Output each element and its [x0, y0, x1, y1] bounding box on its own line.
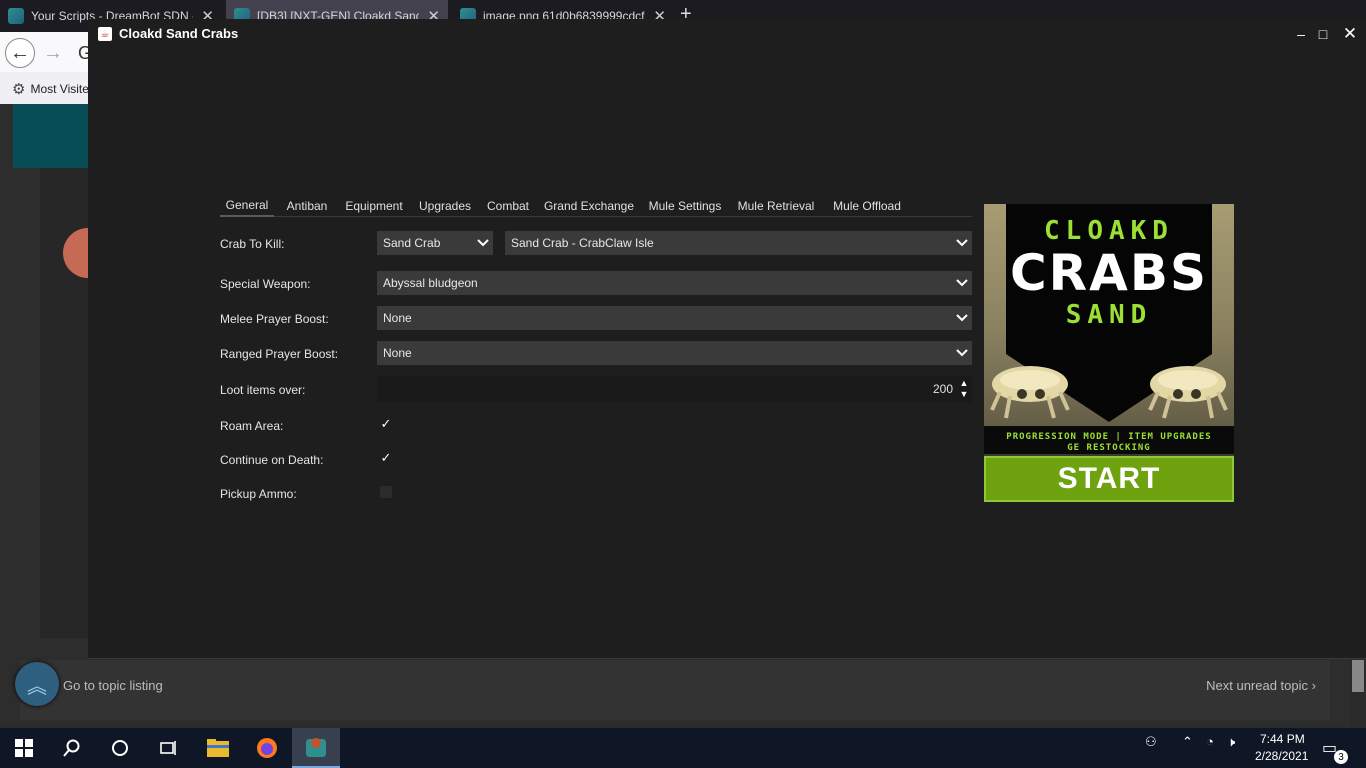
cortana-icon[interactable]: [96, 728, 144, 768]
spin-down-icon[interactable]: ▼: [958, 389, 970, 399]
melee-prayer-select[interactable]: None: [377, 306, 972, 330]
ranged-prayer-select[interactable]: None: [377, 341, 972, 365]
logo-crabs-text: CRABS: [1009, 244, 1208, 302]
next-topic-label: Next unread topic: [1206, 678, 1309, 693]
tab-combat[interactable]: Combat: [482, 195, 534, 217]
chevron-down-icon: [476, 234, 490, 252]
continue-on-death-label: Continue on Death:: [220, 453, 324, 467]
notification-count-badge: 3: [1334, 750, 1348, 764]
settings-tab-strip: General Antiban Equipment Upgrades Comba…: [220, 195, 972, 217]
dreambot-favicon-icon: [8, 8, 24, 24]
chevron-right-icon: ›: [1311, 678, 1316, 693]
forum-footer-bar: [20, 660, 1330, 720]
forum-header-banner: [13, 104, 93, 168]
crab-icon: [1148, 366, 1228, 419]
crab-icon: [990, 366, 1070, 419]
minimize-button[interactable]: –: [1291, 24, 1311, 44]
tab-general[interactable]: General: [220, 195, 274, 217]
title-bar[interactable]: ☕ Cloakd Sand Crabs – □ ✕: [88, 19, 1366, 49]
loot-value-spinner[interactable]: 200 ▲ ▼: [377, 376, 972, 402]
file-explorer-icon[interactable]: [194, 728, 242, 768]
go-to-top-button[interactable]: ︽: [15, 662, 59, 706]
people-icon[interactable]: ⚇: [1145, 734, 1157, 750]
chevron-down-icon: [955, 344, 969, 362]
task-view-icon[interactable]: [144, 728, 192, 768]
pickup-ammo-label: Pickup Ammo:: [220, 487, 297, 501]
banner-tagline: GE RESTOCKING: [1067, 443, 1151, 453]
search-icon[interactable]: [48, 728, 96, 768]
next-unread-topic-link[interactable]: Next unread topic ›: [1206, 678, 1316, 693]
banner-tagline: PROGRESSION MODE | ITEM UPGRADES: [1006, 432, 1212, 442]
window-title: Cloakd Sand Crabs: [119, 26, 239, 41]
tab-upgrades[interactable]: Upgrades: [415, 195, 475, 217]
spin-up-icon[interactable]: ▲: [958, 378, 970, 388]
logo-sand-text: SAND: [1065, 300, 1153, 330]
back-button[interactable]: ←: [5, 38, 35, 68]
firefox-icon[interactable]: [243, 728, 291, 768]
chevron-down-icon: [955, 309, 969, 327]
tab-mule-offload[interactable]: Mule Offload: [826, 195, 908, 217]
wifi-icon[interactable]: ◔: [1206, 734, 1214, 749]
melee-prayer-label: Melee Prayer Boost:: [220, 312, 329, 326]
tab-mule-retrieval[interactable]: Mule Retrieval: [733, 195, 819, 217]
special-weapon-value: Abyssal bludgeon: [383, 276, 478, 290]
chevron-up-icon[interactable]: ⌃: [1182, 734, 1193, 750]
clock-time[interactable]: 7:44 PM: [1260, 732, 1305, 746]
ranged-prayer-value: None: [383, 346, 412, 360]
bookmark-most-visited[interactable]: ⚙ Most Visited: [12, 80, 96, 98]
tab-mule-settings[interactable]: Mule Settings: [644, 195, 726, 217]
bookmark-label: Most Visited: [30, 82, 96, 96]
maximize-button[interactable]: □: [1313, 24, 1333, 44]
tab-antiban[interactable]: Antiban: [281, 195, 333, 217]
script-banner: CLOAKD CRABS SAND PROGRESSION MODE | ITE…: [984, 204, 1234, 502]
crab-to-kill-label: Crab To Kill:: [220, 237, 285, 251]
loot-over-label: Loot items over:: [220, 383, 306, 397]
start-button[interactable]: START: [984, 456, 1234, 502]
tab-equipment[interactable]: Equipment: [340, 195, 408, 217]
crab-location-value: Sand Crab - CrabClaw Isle: [511, 236, 654, 250]
clock-date[interactable]: 2/28/2021: [1255, 749, 1308, 763]
roam-area-label: Roam Area:: [220, 419, 284, 433]
logo-cloakd-text: CLOAKD: [1044, 216, 1174, 246]
crab-type-value: Sand Crab: [383, 236, 441, 250]
volume-muted-icon[interactable]: 🕨: [1227, 734, 1235, 750]
tab-grand-exchange[interactable]: Grand Exchange: [541, 195, 637, 217]
special-weapon-select[interactable]: Abyssal bludgeon: [377, 271, 972, 295]
melee-prayer-value: None: [383, 311, 412, 325]
crab-location-select[interactable]: Sand Crab - CrabClaw Isle: [505, 231, 972, 255]
pickup-ammo-checkbox[interactable]: [380, 486, 392, 498]
windows-start-icon[interactable]: [0, 728, 48, 768]
crab-type-select[interactable]: Sand Crab: [377, 231, 493, 255]
java-icon: ☕: [98, 27, 112, 41]
forward-button[interactable]: →: [38, 38, 68, 68]
special-weapon-label: Special Weapon:: [220, 277, 311, 291]
scrollbar-thumb[interactable]: [1352, 660, 1364, 692]
gear-icon: ⚙: [12, 81, 26, 98]
app-window: ☕ Cloakd Sand Crabs – □ ✕ General Antiba…: [88, 19, 1366, 659]
chevron-down-icon: [955, 274, 969, 292]
chevron-down-icon: [955, 234, 969, 252]
ranged-prayer-label: Ranged Prayer Boost:: [220, 347, 339, 361]
continue-on-death-checkbox[interactable]: ✓: [380, 451, 392, 464]
roam-area-checkbox[interactable]: ✓: [380, 417, 392, 430]
java-app-icon[interactable]: [292, 728, 340, 768]
go-to-topic-link[interactable]: Go to topic listing: [63, 678, 163, 693]
close-button[interactable]: ✕: [1340, 24, 1360, 44]
loot-value: 200: [932, 382, 953, 396]
